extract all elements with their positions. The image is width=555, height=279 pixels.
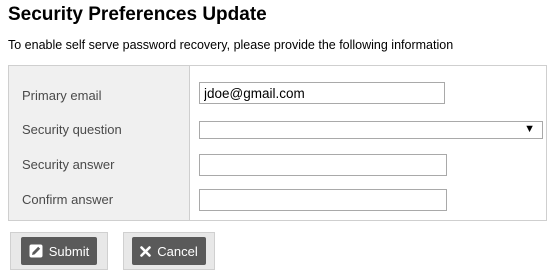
submit-button-label: Submit [48,243,90,259]
primary-email-input[interactable] [199,82,445,104]
security-question-label: Security question [22,122,122,137]
security-answer-label: Security answer [22,157,115,172]
security-question-select[interactable]: ▼ [199,121,543,139]
page-subtitle: To enable self serve password recovery, … [8,38,454,52]
cancel-button[interactable]: Cancel [123,232,215,270]
security-form: Primary email Security question ▼ Securi… [8,65,547,221]
confirm-answer-label: Confirm answer [22,192,114,207]
page-title: Security Preferences Update [8,4,267,25]
x-icon [140,245,152,257]
security-answer-input[interactable] [199,154,447,176]
submit-button-face[interactable]: Submit [20,237,98,265]
cancel-button-face[interactable]: Cancel [132,237,206,265]
cancel-button-label: Cancel [157,243,198,259]
submit-button[interactable]: Submit [10,232,108,270]
chevron-down-icon: ▼ [524,123,535,135]
pencil-square-icon [29,244,43,258]
primary-email-label: Primary email [22,88,102,103]
confirm-answer-input[interactable] [199,189,447,211]
